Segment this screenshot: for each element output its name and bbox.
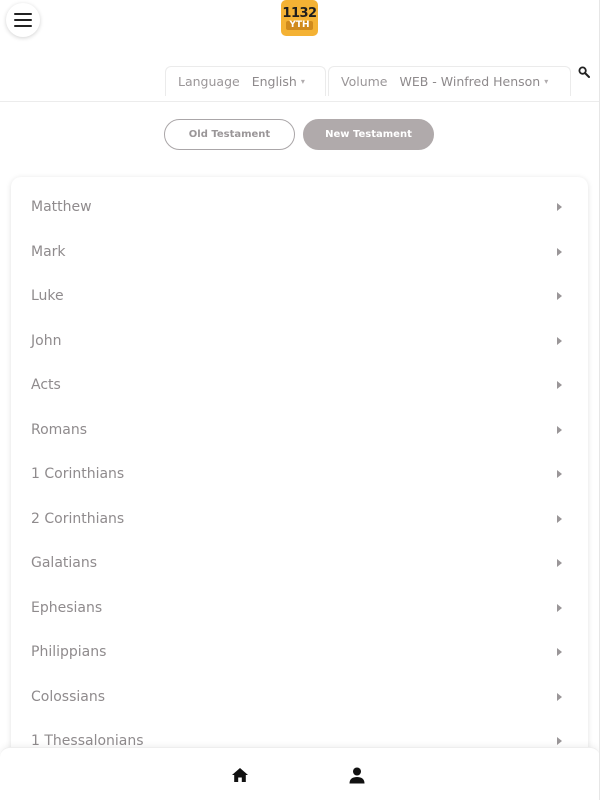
search-icon[interactable]	[578, 66, 590, 78]
person-icon	[349, 767, 365, 783]
book-item-romans[interactable]: Romans	[11, 408, 588, 452]
volume-value: WEB - Winfred Henson	[399, 74, 541, 89]
volume-select[interactable]: Volume WEB - Winfred Henson ▾	[328, 66, 571, 96]
chevron-right-icon	[557, 292, 562, 300]
app-screen: 1132 YTH Language English ▾ Volume WEB -…	[0, 0, 600, 800]
book-label: Galatians	[31, 555, 98, 571]
chevron-right-icon	[557, 648, 562, 656]
book-label: 1 Corinthians	[31, 466, 125, 482]
book-label: Ephesians	[31, 600, 103, 616]
book-item-ephesians[interactable]: Ephesians	[11, 586, 588, 630]
book-label: 2 Corinthians	[31, 511, 125, 527]
book-label: Colossians	[31, 689, 106, 705]
book-item-acts[interactable]: Acts	[11, 363, 588, 407]
language-label: Language	[178, 74, 240, 89]
home-button[interactable]	[230, 765, 250, 785]
chevron-right-icon	[557, 693, 562, 701]
profile-button[interactable]	[347, 765, 367, 785]
tab-new-testament[interactable]: New Testament	[303, 119, 434, 150]
book-label: John	[31, 333, 62, 349]
book-label: Acts	[31, 377, 61, 393]
chevron-right-icon	[557, 470, 562, 478]
logo-text-top: 1132	[282, 5, 317, 21]
book-label: Mark	[31, 244, 66, 260]
book-label: Philippians	[31, 644, 107, 660]
book-item-2-corinthians[interactable]: 2 Corinthians	[11, 497, 588, 541]
chevron-right-icon	[557, 604, 562, 612]
book-item-luke[interactable]: Luke	[11, 274, 588, 318]
app-logo[interactable]: 1132 YTH	[281, 0, 318, 36]
menu-button[interactable]	[6, 3, 40, 37]
book-item-john[interactable]: John	[11, 319, 588, 363]
book-item-colossians[interactable]: Colossians	[11, 675, 588, 719]
book-label: Matthew	[31, 199, 92, 215]
header-divider	[0, 101, 599, 102]
book-item-galatians[interactable]: Galatians	[11, 541, 588, 585]
chevron-right-icon	[557, 203, 562, 211]
chevron-right-icon	[557, 381, 562, 389]
chevron-right-icon	[557, 559, 562, 567]
book-list: Matthew Mark Luke John Acts Romans 1 Cor…	[11, 177, 588, 800]
tab-old-testament[interactable]: Old Testament	[164, 119, 295, 150]
chevron-down-icon: ▾	[544, 77, 549, 86]
bottom-navigation	[0, 747, 599, 800]
language-value: English	[251, 74, 297, 89]
home-icon	[232, 768, 248, 782]
chevron-down-icon: ▾	[300, 77, 305, 86]
chevron-right-icon	[557, 248, 562, 256]
book-item-1-corinthians[interactable]: 1 Corinthians	[11, 452, 588, 496]
logo-text-bottom: YTH	[286, 20, 313, 30]
chevron-right-icon	[557, 737, 562, 745]
chevron-right-icon	[557, 337, 562, 345]
book-item-mark[interactable]: Mark	[11, 230, 588, 274]
book-label: Luke	[31, 288, 64, 304]
volume-label: Volume	[341, 74, 388, 89]
book-item-matthew[interactable]: Matthew	[11, 185, 588, 229]
book-label: Romans	[31, 422, 88, 438]
chevron-right-icon	[557, 426, 562, 434]
book-item-philippians[interactable]: Philippians	[11, 630, 588, 674]
chevron-right-icon	[557, 515, 562, 523]
hamburger-icon	[14, 13, 32, 27]
language-select[interactable]: Language English ▾	[165, 66, 326, 96]
